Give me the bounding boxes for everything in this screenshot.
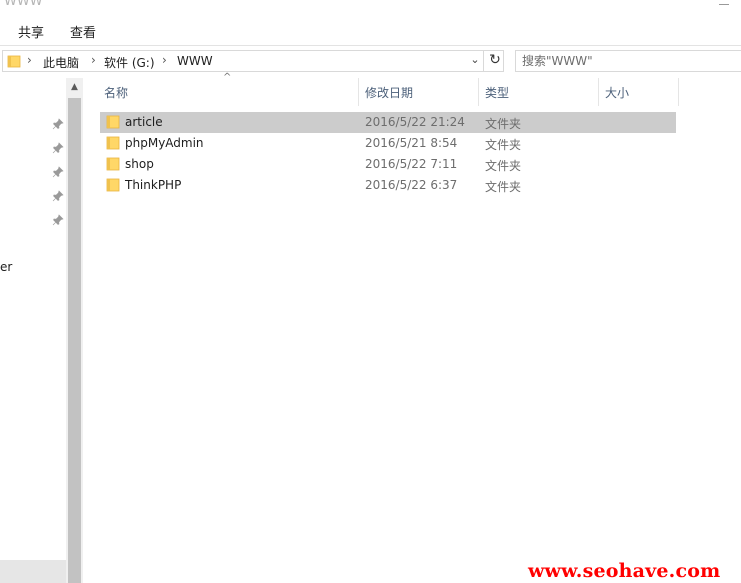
file-name[interactable]: shop xyxy=(125,157,154,171)
folder-icon xyxy=(7,55,21,68)
column-header-modified[interactable]: 修改日期 xyxy=(365,84,413,101)
file-modified: 2016/5/22 21:24 xyxy=(365,115,465,129)
divider xyxy=(483,51,484,71)
file-name[interactable]: article xyxy=(125,115,163,129)
scroll-up-icon[interactable]: ▲ xyxy=(69,80,80,94)
file-type: 文件夹 xyxy=(485,180,522,194)
pin-icon[interactable] xyxy=(52,214,64,226)
pin-icon[interactable] xyxy=(52,190,64,202)
column-header-size[interactable]: 大小 xyxy=(605,84,629,101)
minimize-icon[interactable] xyxy=(719,4,729,5)
window-title: WWW xyxy=(4,0,43,9)
file-type: 文件夹 xyxy=(485,159,522,173)
file-modified: 2016/5/22 6:37 xyxy=(365,178,458,192)
nav-item-truncated[interactable]: er xyxy=(0,260,12,274)
breadcrumb-separator[interactable]: › xyxy=(91,53,96,67)
breadcrumb-separator[interactable]: › xyxy=(162,53,167,67)
pin-icon[interactable] xyxy=(52,142,64,154)
breadcrumb-separator[interactable]: › xyxy=(27,53,32,67)
breadcrumb-drive-g[interactable]: 软件 (G:) xyxy=(104,54,155,71)
file-row[interactable]: shop 2016/5/22 7:11 文件夹 xyxy=(100,154,676,175)
ribbon: 共享 查看 xyxy=(0,14,741,46)
file-row[interactable]: phpMyAdmin 2016/5/21 8:54 文件夹 xyxy=(100,133,676,154)
column-divider[interactable] xyxy=(678,78,679,106)
pin-icon[interactable] xyxy=(52,166,64,178)
file-row[interactable]: article 2016/5/22 21:24 文件夹 xyxy=(100,112,676,133)
column-divider[interactable] xyxy=(598,78,599,106)
column-divider[interactable] xyxy=(478,78,479,106)
chevron-down-icon[interactable]: ⌄ xyxy=(468,53,482,66)
breadcrumb-www[interactable]: WWW xyxy=(177,54,213,68)
column-header-type[interactable]: 类型 xyxy=(485,84,509,101)
file-row[interactable]: ThinkPHP 2016/5/22 6:37 文件夹 xyxy=(100,175,676,196)
title-bar: WWW xyxy=(0,0,741,14)
watermark: www.seohave.com xyxy=(528,560,721,582)
file-name[interactable]: ThinkPHP xyxy=(125,178,181,192)
folder-icon xyxy=(106,157,120,171)
folder-icon xyxy=(106,178,120,192)
tab-share[interactable]: 共享 xyxy=(18,22,44,41)
tab-view[interactable]: 查看 xyxy=(70,22,96,41)
nav-pane-footer xyxy=(0,560,66,583)
column-header-row: ^ 名称 修改日期 类型 大小 xyxy=(96,72,741,108)
column-header-name[interactable]: 名称 xyxy=(104,84,128,101)
sort-ascending-icon: ^ xyxy=(223,72,232,83)
file-modified: 2016/5/21 8:54 xyxy=(365,136,458,150)
scrollbar-thumb[interactable] xyxy=(68,98,81,583)
search-input[interactable] xyxy=(522,53,732,69)
file-type: 文件夹 xyxy=(485,138,522,152)
folder-icon xyxy=(106,115,120,129)
column-divider[interactable] xyxy=(358,78,359,106)
pin-icon[interactable] xyxy=(52,118,64,130)
search-box[interactable] xyxy=(515,50,741,72)
nav-scrollbar[interactable]: ▲ xyxy=(66,78,83,583)
file-type: 文件夹 xyxy=(485,117,522,131)
address-bar[interactable]: › 此电脑 › 软件 (G:) › WWW ⌄ ↻ xyxy=(2,50,504,72)
folder-icon xyxy=(106,136,120,150)
refresh-icon[interactable]: ↻ xyxy=(487,52,503,68)
breadcrumb-this-pc[interactable]: 此电脑 xyxy=(43,54,79,71)
navigation-pane: er xyxy=(0,78,66,583)
file-name[interactable]: phpMyAdmin xyxy=(125,136,204,150)
file-modified: 2016/5/22 7:11 xyxy=(365,157,458,171)
